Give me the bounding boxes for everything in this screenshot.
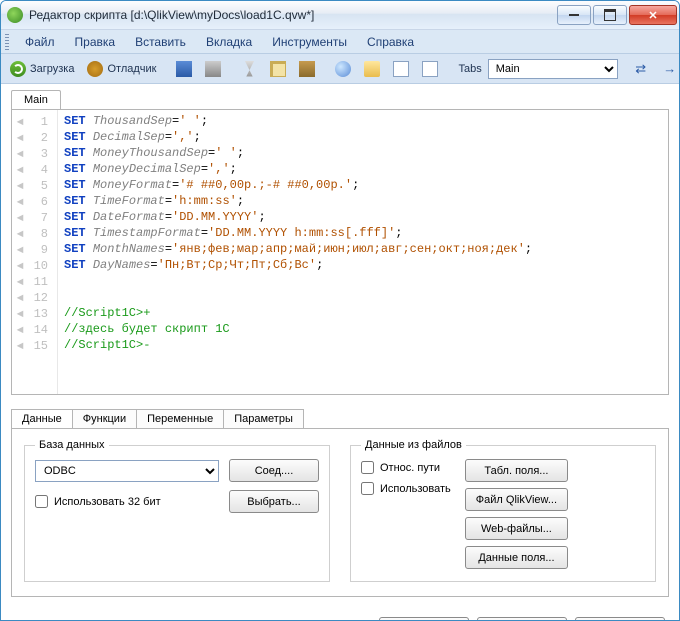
titlebar[interactable]: Редактор скрипта [d:\QlikView\myDocs\loa… bbox=[1, 1, 679, 30]
relative-path-checkbox[interactable]: Относ. пути bbox=[361, 461, 451, 474]
tab-variables[interactable]: Переменные bbox=[136, 409, 224, 428]
use-checkbox[interactable]: Использовать bbox=[361, 482, 451, 495]
files-group: Данные из файлов Относ. пути Использоват… bbox=[350, 439, 656, 582]
line-gutter: ◄1◄2◄3◄4◄5◄6◄7◄8◄9◄10◄11◄12◄13◄14◄15 bbox=[12, 110, 58, 394]
debug-label: Отладчик bbox=[107, 63, 156, 75]
force32-checkbox[interactable]: Использовать 32 бит bbox=[35, 495, 161, 508]
select-button[interactable]: Выбрать... bbox=[229, 490, 319, 513]
debug-button[interactable]: Отладчик bbox=[82, 58, 161, 80]
script-editor-window: Редактор скрипта [d:\QlikView\myDocs\loa… bbox=[0, 0, 680, 621]
data-panel: База данных ODBC Соед.... Использовать 3… bbox=[11, 428, 669, 597]
database-group: База данных ODBC Соед.... Использовать 3… bbox=[24, 439, 330, 582]
menu-insert[interactable]: Вставить bbox=[125, 32, 196, 52]
copy-icon bbox=[270, 61, 286, 77]
reload-label: Загрузка bbox=[30, 63, 74, 75]
ok-button[interactable]: OK bbox=[379, 617, 469, 621]
menubar: Файл Правка Вставить Вкладка Инструменты… bbox=[1, 30, 679, 54]
data-fields-button[interactable]: Данные поля... bbox=[465, 546, 568, 569]
menu-file[interactable]: Файл bbox=[15, 32, 65, 52]
tabs-label: Tabs bbox=[453, 63, 484, 75]
window-title: Редактор скрипта [d:\QlikView\myDocs\loa… bbox=[29, 8, 555, 22]
open-button[interactable] bbox=[359, 58, 385, 80]
force32-input[interactable] bbox=[35, 495, 48, 508]
qlikview-file-button[interactable]: Файл QlikView... bbox=[465, 488, 568, 511]
web-files-button[interactable]: Web-файлы... bbox=[465, 517, 568, 540]
tab-data[interactable]: Данные bbox=[11, 409, 73, 428]
arrow-right-icon bbox=[662, 61, 678, 77]
table-fields-button[interactable]: Табл. поля... bbox=[465, 459, 568, 482]
find-button[interactable] bbox=[330, 58, 356, 80]
files-legend: Данные из файлов bbox=[361, 439, 466, 451]
bug-icon bbox=[87, 61, 103, 77]
reload-icon bbox=[10, 61, 26, 77]
doc2-button[interactable] bbox=[417, 58, 443, 80]
doc-icon bbox=[393, 61, 409, 77]
tabs-select[interactable]: Main bbox=[488, 59, 618, 79]
swap-icon bbox=[633, 61, 649, 77]
reorder-button[interactable] bbox=[628, 58, 654, 80]
use-input[interactable] bbox=[361, 482, 374, 495]
paste-icon bbox=[299, 61, 315, 77]
cancel-button[interactable]: Отмена bbox=[477, 617, 567, 621]
db-type-select[interactable]: ODBC bbox=[35, 460, 219, 482]
search-icon bbox=[335, 61, 351, 77]
app-icon bbox=[7, 7, 23, 23]
doc-button[interactable] bbox=[388, 58, 414, 80]
cut-icon bbox=[241, 61, 257, 77]
editor-tab-main[interactable]: Main bbox=[11, 90, 61, 109]
cut-button[interactable] bbox=[236, 58, 262, 80]
relative-path-label: Относ. пути bbox=[380, 462, 440, 474]
menu-edit[interactable]: Правка bbox=[65, 32, 126, 52]
save-icon bbox=[176, 61, 192, 77]
menu-tools[interactable]: Инструменты bbox=[262, 32, 357, 52]
minimize-button[interactable] bbox=[557, 5, 591, 25]
toolbar: Загрузка Отладчик Tabs Main bbox=[1, 54, 679, 84]
reload-button[interactable]: Загрузка bbox=[5, 58, 79, 80]
menubar-grip bbox=[5, 34, 9, 50]
code-editor[interactable]: ◄1◄2◄3◄4◄5◄6◄7◄8◄9◄10◄11◄12◄13◄14◄15 SET… bbox=[11, 109, 669, 395]
doc-icon bbox=[422, 61, 438, 77]
copy-button[interactable] bbox=[265, 58, 291, 80]
connect-button[interactable]: Соед.... bbox=[229, 459, 319, 482]
tab-parameters[interactable]: Параметры bbox=[223, 409, 304, 428]
code-area[interactable]: SET ThousandSep=' ';SET DecimalSep=',';S… bbox=[58, 110, 668, 394]
help-button[interactable]: Справка bbox=[575, 617, 665, 621]
dialog-footer: OK Отмена Справка bbox=[1, 607, 679, 621]
print-button[interactable] bbox=[200, 58, 226, 80]
menu-help[interactable]: Справка bbox=[357, 32, 424, 52]
menu-tab[interactable]: Вкладка bbox=[196, 32, 262, 52]
print-icon bbox=[205, 61, 221, 77]
maximize-button[interactable] bbox=[593, 5, 627, 25]
database-legend: База данных bbox=[35, 439, 109, 451]
next-button[interactable] bbox=[657, 58, 680, 80]
save-button[interactable] bbox=[171, 58, 197, 80]
force32-label: Использовать 32 бит bbox=[54, 496, 161, 508]
folder-icon bbox=[364, 61, 380, 77]
tab-functions[interactable]: Функции bbox=[72, 409, 137, 428]
paste-button[interactable] bbox=[294, 58, 320, 80]
close-button[interactable] bbox=[629, 5, 677, 25]
use-label: Использовать bbox=[380, 483, 451, 495]
relative-path-input[interactable] bbox=[361, 461, 374, 474]
